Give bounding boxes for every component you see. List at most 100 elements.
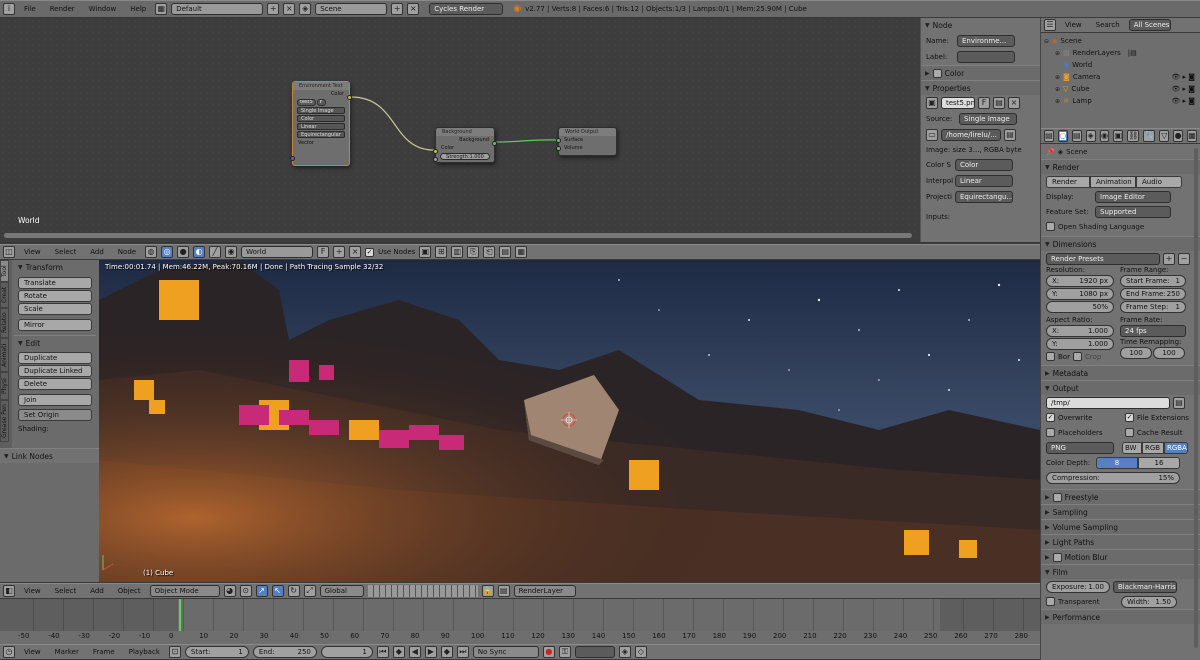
scene-icon[interactable]: ◈ (299, 3, 312, 15)
translate-manip-icon[interactable]: ↖ (271, 585, 284, 597)
outliner-search-menu[interactable]: Search (1091, 21, 1125, 29)
remove-scene-icon[interactable]: × (407, 3, 420, 15)
object-shader-icon[interactable]: ● (177, 246, 190, 258)
tab-grease-pencil[interactable]: Grease Pen (0, 400, 9, 442)
file-format-select[interactable]: PNG (1046, 441, 1114, 454)
render-preview-icon[interactable]: ▤ (499, 246, 512, 258)
properties-scrollbar[interactable] (1194, 148, 1198, 648)
world-tab-icon[interactable]: ◉ (1099, 130, 1110, 142)
timeline-area[interactable]: -50 -40 -30 -20 -10 0 10 20 30 40 50 60 70 80 90 100 110… (0, 599, 1040, 644)
add-scene-icon[interactable]: + (391, 3, 404, 15)
render-layer-icon[interactable]: ▤ (497, 585, 510, 597)
view3d-editor-icon[interactable]: ◧ (3, 585, 15, 597)
preview-range-icon[interactable]: ⊡ (168, 646, 181, 658)
insert-keyframe-icon[interactable]: ◈ (618, 646, 631, 658)
rotate-button[interactable]: Rotate (18, 290, 92, 302)
sync-select[interactable]: No Sync (472, 646, 539, 658)
play-icon[interactable]: ▶ (424, 646, 437, 658)
resolution-percent-field[interactable]: 50% (1046, 301, 1114, 313)
outliner-item-scene[interactable]: ⊖ ◈ Scene (1041, 35, 1200, 47)
bg-strength-field[interactable]: Strength:1.000 (440, 153, 490, 160)
node-editor-scrollbar[interactable] (4, 233, 912, 238)
menu-node-add[interactable]: Add (85, 248, 109, 256)
outliner-item-renderlayers[interactable]: ⊕ ▤ RenderLayers |▤ (1041, 47, 1200, 59)
screen-layout-field[interactable]: Default (171, 3, 264, 15)
animation-button[interactable]: Animation (1090, 175, 1136, 188)
render-tab-icon[interactable]: ◙ (1057, 130, 1068, 142)
add-preset-icon[interactable]: + (1163, 252, 1175, 265)
paste-nodes-icon[interactable]: ⎗ (483, 246, 496, 258)
node-label-field[interactable] (957, 51, 1015, 63)
duplicate-linked-button[interactable]: Duplicate Linked (18, 365, 92, 377)
source-select[interactable]: Single Image (959, 113, 1017, 125)
world-data-icon[interactable]: ◉ (225, 246, 238, 258)
material-tab-icon[interactable]: ● (1173, 130, 1184, 142)
use-nodes-checkbox[interactable]: ✓ (365, 247, 375, 257)
background-node[interactable]: Background Background Color Strength:1.0… (433, 127, 497, 163)
image-name-field[interactable]: test5.pn (941, 97, 975, 109)
remap-new-field[interactable]: 100 (1153, 347, 1185, 359)
sampling-panel-header[interactable]: ▶ Sampling (1041, 504, 1200, 519)
render-button[interactable]: Render (1046, 175, 1090, 188)
depth-8-button[interactable]: 8 (1096, 456, 1138, 469)
bg-output-socket[interactable] (492, 141, 497, 146)
film-panel-header[interactable]: ▼ Film (1041, 564, 1200, 579)
line-style-icon[interactable]: ╱ (209, 246, 222, 258)
osl-checkbox[interactable] (1046, 222, 1055, 231)
performance-panel-header[interactable]: ▶ Performance (1041, 609, 1200, 624)
frame-step-prop[interactable]: Frame Step: 1 (1120, 301, 1186, 313)
lock-layers-icon[interactable]: 🔒 (481, 585, 494, 597)
audio-button[interactable]: Audio (1136, 175, 1182, 188)
editor-type-icon[interactable]: ◫ (3, 246, 15, 258)
env-projection-mode[interactable]: Single Image (297, 107, 345, 114)
tab-physics[interactable]: Physi (0, 372, 9, 400)
open-image-icon[interactable]: ▤ (993, 97, 1005, 109)
depth-16-button[interactable]: 16 (1138, 456, 1180, 469)
image-browse-icon[interactable]: ▣ (926, 97, 938, 109)
set-origin-button[interactable]: Set Origin (18, 409, 92, 421)
layer-buttons[interactable] (367, 585, 478, 597)
rgb-button[interactable]: RGB (1142, 441, 1164, 454)
display-select[interactable]: Image Editor (1095, 190, 1171, 203)
snap-element-icon[interactable]: ▥ (451, 246, 464, 258)
layout-icon[interactable]: ▦ (155, 3, 168, 15)
menu-tl-playback[interactable]: Playback (124, 648, 165, 656)
image-path-field[interactable]: /home/lirelu/... (941, 129, 1001, 141)
tab-tool[interactable]: Tool (0, 260, 9, 282)
remove-preset-icon[interactable]: − (1178, 252, 1190, 265)
node-name-field[interactable]: Environme... (957, 35, 1015, 47)
render-engine-select[interactable]: Cycles Render (429, 3, 504, 15)
properties-editor-icon[interactable]: ▤ (1044, 130, 1054, 142)
pivot-icon[interactable]: ⊙ (239, 585, 252, 597)
environment-texture-node[interactable]: Environment Text Color test5 F Single Im… (290, 81, 352, 166)
tab-create[interactable]: Creat (0, 282, 9, 308)
constraints-tab-icon[interactable]: ⛓ (1127, 130, 1140, 142)
viewport-shading-icon[interactable]: ◕ (223, 585, 236, 597)
aspect-y-field[interactable]: Y: 1.000 (1046, 338, 1114, 350)
menu-window[interactable]: Window (84, 5, 122, 13)
texture-tab-icon[interactable]: ▦ (1187, 130, 1197, 142)
pixel-filter-select[interactable]: Blackman-Harris (1113, 580, 1177, 593)
overwrite-checkbox[interactable]: ✓ (1046, 413, 1055, 422)
render-panel-header[interactable]: ▼ Render (1041, 159, 1200, 174)
compression-slider[interactable]: Compression: 15% (1046, 471, 1180, 484)
color-section-header[interactable]: ▶ Color (921, 65, 1040, 80)
jump-start-icon[interactable]: ⏮ (376, 646, 389, 658)
shader-tree-icon[interactable]: ◍ (145, 246, 158, 258)
timeline-editor-icon[interactable]: ◷ (3, 646, 15, 658)
output-path-field[interactable]: /tmp/ (1046, 396, 1170, 409)
placeholders-checkbox[interactable] (1046, 428, 1055, 437)
output-volume-socket[interactable] (556, 146, 561, 151)
start-frame-prop[interactable]: Start Frame: 1 (1120, 275, 1186, 287)
delete-keyframe-icon[interactable]: ◇ (634, 646, 647, 658)
outliner-item-world[interactable]: ◉ World (1041, 59, 1200, 71)
bg-color-socket[interactable] (433, 149, 438, 154)
crop-checkbox[interactable] (1072, 352, 1082, 361)
scale-manip-icon[interactable]: ⤢ (303, 585, 316, 597)
scene-tab-icon[interactable]: ◈ (1085, 130, 1096, 142)
env-image-field[interactable]: test5 (297, 98, 316, 106)
menu-tl-view[interactable]: View (19, 648, 46, 656)
transform-header[interactable]: ▼ Transform (14, 260, 96, 275)
render-layers-tab-icon[interactable]: ▤ (1071, 130, 1082, 142)
colorspace-select[interactable]: Color (955, 159, 1013, 171)
